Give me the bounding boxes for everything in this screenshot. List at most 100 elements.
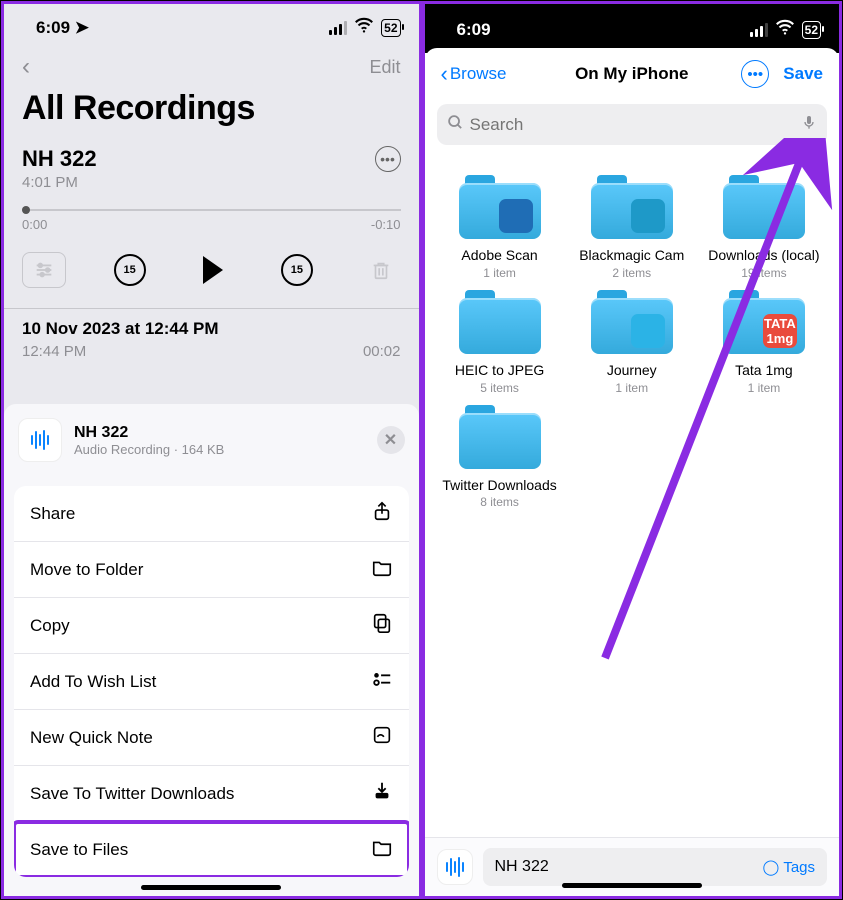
time-remaining: -0:10: [371, 217, 401, 232]
status-bar: 6:09 52: [425, 4, 840, 53]
mic-icon[interactable]: [801, 112, 817, 137]
filename-input[interactable]: NH 322: [495, 858, 549, 876]
action-save-to-twitter-downloads[interactable]: Save To Twitter Downloads: [14, 766, 409, 822]
folder-icon: [591, 175, 673, 239]
wifi-icon: [774, 16, 796, 43]
folder-meta: 19 items: [703, 266, 825, 280]
recording-name: NH 322: [22, 146, 97, 172]
recording-time: 4:01 PM: [22, 174, 401, 191]
folder-icon: [459, 290, 541, 354]
audio-icon: [18, 418, 62, 462]
clock: 6:09: [36, 18, 70, 37]
cellular-icon: [750, 23, 768, 37]
nav-title: On My iPhone: [575, 64, 688, 84]
skip-back-icon[interactable]: 15: [110, 250, 150, 290]
more-icon[interactable]: •••: [375, 146, 401, 172]
action-icon: [371, 724, 393, 751]
skip-forward-icon[interactable]: 15: [277, 250, 317, 290]
folder-name: Journey: [571, 362, 693, 379]
item-time: 12:44 PM: [22, 343, 86, 360]
folder-meta: 1 item: [571, 381, 693, 395]
folder-name: Adobe Scan: [439, 247, 561, 264]
nav-bar: ‹Browse On My iPhone ••• Save: [425, 48, 840, 100]
share-sheet: NH 322 Audio Recording · 164 KB ✕ Share M…: [4, 404, 419, 896]
folder-downloads-local-[interactable]: Downloads (local) 19 items: [703, 175, 825, 280]
folder-icon: [591, 290, 673, 354]
folder-thumb: [631, 199, 665, 233]
battery-icon: 52: [381, 19, 400, 37]
action-label: Move to Folder: [30, 560, 143, 580]
action-label: Save to Files: [30, 840, 128, 860]
folder-blackmagic-cam[interactable]: Blackmagic Cam 2 items: [571, 175, 693, 280]
folder-twitter-downloads[interactable]: Twitter Downloads8 items: [439, 405, 561, 510]
status-bar: 6:09 ➤ 52: [4, 4, 419, 45]
folder-meta: 2 items: [571, 266, 693, 280]
folder-name: Twitter Downloads: [439, 477, 561, 494]
folder-meta: 8 items: [439, 495, 561, 509]
time-position: 0:00: [22, 217, 47, 232]
folder-meta: 5 items: [439, 381, 561, 395]
folder-name: Tata 1mg: [703, 362, 825, 379]
home-indicator: [141, 885, 281, 890]
folder-thumb: [631, 314, 665, 348]
folder-thumb: TATA 1mg: [763, 314, 797, 348]
item-duration: 00:02: [363, 343, 401, 360]
play-button[interactable]: [193, 250, 233, 290]
action-icon: [371, 836, 393, 863]
battery-icon: 52: [802, 21, 821, 39]
home-indicator: [562, 883, 702, 888]
action-copy[interactable]: Copy: [14, 598, 409, 654]
back-icon[interactable]: ‹: [22, 53, 30, 81]
list-item[interactable]: 10 Nov 2023 at 12:44 PM 12:44 PM 00:02: [4, 309, 419, 370]
action-icon: [371, 556, 393, 583]
action-share[interactable]: Share: [14, 486, 409, 542]
folder-icon: [459, 405, 541, 469]
folder-name: HEIC to JPEG: [439, 362, 561, 379]
cellular-icon: [329, 21, 347, 35]
action-move-to-folder[interactable]: Move to Folder: [14, 542, 409, 598]
edit-button[interactable]: Edit: [369, 57, 400, 78]
folder-icon: TATA 1mg: [723, 290, 805, 354]
search-input[interactable]: [470, 115, 802, 135]
folder-icon: [723, 175, 805, 239]
folder-name: Blackmagic Cam: [571, 247, 693, 264]
folder-journey[interactable]: Journey 1 item: [571, 290, 693, 395]
trash-icon[interactable]: [361, 250, 401, 290]
clock: 6:09: [457, 20, 491, 40]
action-icon: [371, 780, 393, 807]
tags-button[interactable]: ◯ Tags: [763, 858, 815, 876]
folder-meta: 1 item: [439, 266, 561, 280]
search-icon: [447, 114, 464, 136]
sheet-title: NH 322: [74, 424, 224, 442]
action-new-quick-note[interactable]: New Quick Note: [14, 710, 409, 766]
settings-icon[interactable]: [22, 252, 66, 288]
action-icon: [371, 612, 393, 639]
folder-name: Downloads (local): [703, 247, 825, 264]
back-button[interactable]: ‹Browse: [441, 61, 507, 87]
action-add-to-wish-list[interactable]: Add To Wish List: [14, 654, 409, 710]
action-label: Copy: [30, 616, 70, 636]
page-title: All Recordings: [4, 89, 419, 136]
search-field[interactable]: [437, 104, 828, 145]
wifi-icon: [353, 14, 375, 41]
folder-meta: 1 item: [703, 381, 825, 395]
action-label: New Quick Note: [30, 728, 153, 748]
more-icon[interactable]: •••: [741, 60, 769, 88]
folder-heic-to-jpeg[interactable]: HEIC to JPEG 5 items: [439, 290, 561, 395]
action-save-to-files[interactable]: Save to Files: [14, 822, 409, 877]
audio-icon: [437, 849, 473, 885]
item-title: 10 Nov 2023 at 12:44 PM: [22, 319, 401, 339]
folder-icon: [459, 175, 541, 239]
close-icon[interactable]: ✕: [377, 426, 405, 454]
folder-adobe-scan[interactable]: Adobe Scan 1 item: [439, 175, 561, 280]
folder-thumb: [499, 199, 533, 233]
save-button[interactable]: Save: [783, 64, 823, 84]
sheet-meta: Audio Recording · 164 KB: [74, 442, 224, 457]
recording-card: NH 322 ••• 4:01 PM 0:00 -0:10: [4, 136, 419, 236]
scrubber[interactable]: [22, 209, 401, 211]
action-label: Save To Twitter Downloads: [30, 784, 234, 804]
action-icon: [371, 668, 393, 695]
action-label: Share: [30, 504, 75, 524]
folder-tata-1mg[interactable]: TATA 1mg Tata 1mg 1 item: [703, 290, 825, 395]
action-icon: [371, 500, 393, 527]
